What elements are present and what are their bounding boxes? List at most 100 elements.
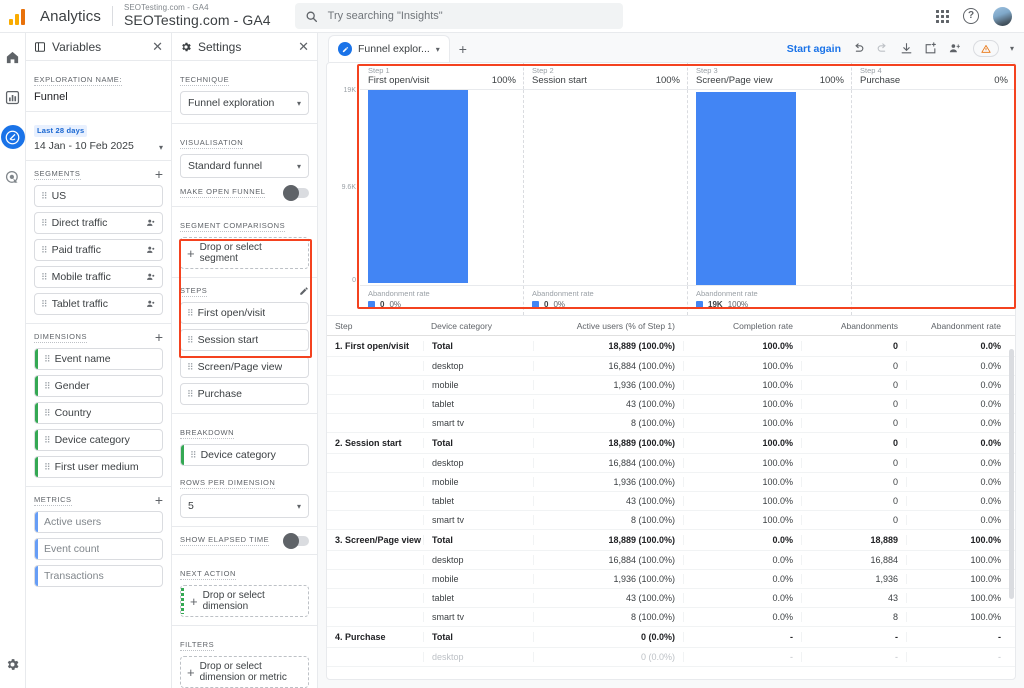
drag-handle-icon[interactable]: ⠿ <box>44 381 51 391</box>
start-again-button[interactable]: Start again <box>787 43 841 55</box>
redo-icon[interactable] <box>876 42 889 55</box>
close-icon[interactable]: ✕ <box>152 40 163 53</box>
breakdown-chip-device-category[interactable]: ⠿ Device category <box>180 444 309 466</box>
table-scrollbar[interactable] <box>1009 349 1014 679</box>
table-row[interactable]: desktop 0 (0.0%) - - - <box>327 648 1015 667</box>
help-icon[interactable]: ? <box>963 8 979 24</box>
drag-handle-icon[interactable]: ⠿ <box>41 191 48 201</box>
exploration-name-value[interactable]: Funnel <box>34 91 163 103</box>
drag-handle-icon[interactable]: ⠿ <box>41 299 48 309</box>
next-action-dropzone[interactable]: + Drop or select dimension <box>180 585 309 617</box>
table-scrollbar-thumb[interactable] <box>1009 349 1014 599</box>
filters-dropzone[interactable]: + Drop or select dimension or metric <box>180 656 309 688</box>
column-header-completion-rate[interactable]: Completion rate <box>683 321 801 331</box>
add-dimension-button[interactable]: + <box>155 330 163 344</box>
dimension-chip-gender[interactable]: ⠿ Gender <box>34 375 163 397</box>
chevron-down-icon[interactable]: ▾ <box>436 45 440 54</box>
segment-chip-us[interactable]: ⠿ US <box>34 185 163 207</box>
close-icon[interactable]: ✕ <box>298 40 309 53</box>
apps-grid-icon[interactable] <box>936 9 949 23</box>
warning-badge[interactable] <box>972 40 999 57</box>
step-chip-purchase[interactable]: ⠿ Purchase <box>180 383 309 405</box>
metric-chip-active-users[interactable]: Active users <box>34 511 163 533</box>
add-tab-button[interactable]: + <box>450 35 476 62</box>
funnel-bar-1[interactable] <box>368 90 468 283</box>
drag-handle-icon[interactable]: ⠿ <box>187 362 194 372</box>
dimension-chip-country[interactable]: ⠿ Country <box>34 402 163 424</box>
step-chip-screen-page-view[interactable]: ⠿ Screen/Page view <box>180 356 309 378</box>
visualisation-select[interactable]: Standard funnel ▾ <box>180 154 309 178</box>
avatar[interactable] <box>993 6 1012 26</box>
step-chip-first-open-visit[interactable]: ⠿ First open/visit <box>180 302 309 324</box>
sidebar-item-admin[interactable] <box>1 652 25 676</box>
drag-handle-icon[interactable]: ⠿ <box>44 354 51 364</box>
tab-funnel-exploration[interactable]: Funnel explor... ▾ <box>328 35 450 62</box>
column-header-active-users[interactable]: Active users (% of Step 1) <box>533 321 683 331</box>
segment-chip-direct-traffic[interactable]: ⠿ Direct traffic <box>34 212 163 234</box>
column-header-abandonment-rate[interactable]: Abandonment rate <box>906 321 1009 331</box>
pencil-icon[interactable] <box>299 286 309 296</box>
table-row[interactable]: desktop 16,884 (100.0%) 0.0% 16,884 100.0% <box>327 551 1015 570</box>
drag-handle-icon[interactable]: ⠿ <box>187 389 194 399</box>
add-segment-button[interactable]: + <box>155 167 163 181</box>
sidebar-item-advertising[interactable] <box>1 165 25 189</box>
table-row[interactable]: smart tv 8 (100.0%) 100.0% 0 0.0% <box>327 511 1015 530</box>
add-metric-button[interactable]: + <box>155 493 163 507</box>
dimension-chip-device-category[interactable]: ⠿ Device category <box>34 429 163 451</box>
download-icon[interactable] <box>900 42 913 55</box>
table-row[interactable]: smart tv 8 (100.0%) 100.0% 0 0.0% <box>327 414 1015 433</box>
metric-chip-transactions[interactable]: Transactions <box>34 565 163 587</box>
column-header-step[interactable]: Step <box>327 321 423 331</box>
step-chip-session-start[interactable]: ⠿ Session start <box>180 329 309 351</box>
table-row[interactable]: tablet 43 (100.0%) 0.0% 43 100.0% <box>327 589 1015 608</box>
drag-handle-icon[interactable]: ⠿ <box>187 335 194 345</box>
funnel-bar-3[interactable] <box>696 92 796 285</box>
make-open-funnel-toggle[interactable] <box>283 184 309 201</box>
undo-icon[interactable] <box>852 42 865 55</box>
share-icon[interactable] <box>924 42 937 55</box>
table-row[interactable]: 2. Session start Total 18,889 (100.0%) 100.… <box>327 433 1015 454</box>
segment-comparisons-dropzone[interactable]: + Drop or select segment <box>180 237 309 269</box>
sidebar-item-reports[interactable] <box>1 85 25 109</box>
drag-handle-icon[interactable]: ⠿ <box>44 435 51 445</box>
table-row[interactable]: tablet 43 (100.0%) 100.0% 0 0.0% <box>327 492 1015 511</box>
drag-handle-icon[interactable]: ⠿ <box>41 245 48 255</box>
table-row[interactable]: desktop 16,884 (100.0%) 100.0% 0 0.0% <box>327 454 1015 473</box>
table-row[interactable]: smart tv 8 (100.0%) 0.0% 8 100.0% <box>327 608 1015 627</box>
drag-handle-icon[interactable]: ⠿ <box>44 408 51 418</box>
chevron-down-icon[interactable]: ▾ <box>159 143 163 152</box>
rows-per-dimension-select[interactable]: 5 ▾ <box>180 494 309 518</box>
drag-handle-icon[interactable]: ⠿ <box>187 308 194 318</box>
cell-device-category: mobile <box>423 574 533 584</box>
drag-handle-icon[interactable]: ⠿ <box>41 272 48 282</box>
add-user-icon[interactable] <box>948 42 962 55</box>
table-row[interactable]: desktop 16,884 (100.0%) 100.0% 0 0.0% <box>327 357 1015 376</box>
date-range-section[interactable]: Last 28 days 14 Jan - 10 Feb 2025 ▾ <box>26 112 171 161</box>
technique-select[interactable]: Funnel exploration ▾ <box>180 91 309 115</box>
dimension-chip-event-name[interactable]: ⠿ Event name <box>34 348 163 370</box>
drag-handle-icon[interactable]: ⠿ <box>44 462 51 472</box>
drag-handle-icon[interactable]: ⠿ <box>41 218 48 228</box>
column-header-abandonments[interactable]: Abandonments <box>801 321 906 331</box>
show-elapsed-time-toggle[interactable] <box>283 532 309 549</box>
account-selector[interactable]: SEOTesting.com - GA4 SEOTesting.com - GA… <box>124 4 271 27</box>
search-input[interactable]: Try searching "Insights" <box>294 3 623 29</box>
dimension-chip-first-user-medium[interactable]: ⠿ First user medium <box>34 456 163 478</box>
segment-chip-tablet-traffic[interactable]: ⠿ Tablet traffic <box>34 293 163 315</box>
metric-chip-event-count[interactable]: Event count <box>34 538 163 560</box>
advertising-icon <box>5 170 18 183</box>
sidebar-item-home[interactable] <box>1 45 25 69</box>
drag-handle-icon[interactable]: ⠿ <box>190 450 197 460</box>
warning-dropdown-caret[interactable]: ▾ <box>1010 44 1014 53</box>
table-row[interactable]: mobile 1,936 (100.0%) 100.0% 0 0.0% <box>327 376 1015 395</box>
column-header-device-category[interactable]: Device category <box>423 321 533 331</box>
sidebar-item-explore[interactable] <box>0 125 25 149</box>
table-row[interactable]: mobile 1,936 (100.0%) 0.0% 1,936 100.0% <box>327 570 1015 589</box>
table-row[interactable]: 3. Screen/Page view Total 18,889 (100.0%) 0… <box>327 530 1015 551</box>
table-row[interactable]: 1. First open/visit Total 18,889 (100.0%) 1… <box>327 336 1015 357</box>
segment-chip-mobile-traffic[interactable]: ⠿ Mobile traffic <box>34 266 163 288</box>
table-row[interactable]: 4. Purchase Total 0 (0.0%) - - - <box>327 627 1015 648</box>
table-row[interactable]: tablet 43 (100.0%) 100.0% 0 0.0% <box>327 395 1015 414</box>
segment-chip-paid-traffic[interactable]: ⠿ Paid traffic <box>34 239 163 261</box>
table-row[interactable]: mobile 1,936 (100.0%) 100.0% 0 0.0% <box>327 473 1015 492</box>
